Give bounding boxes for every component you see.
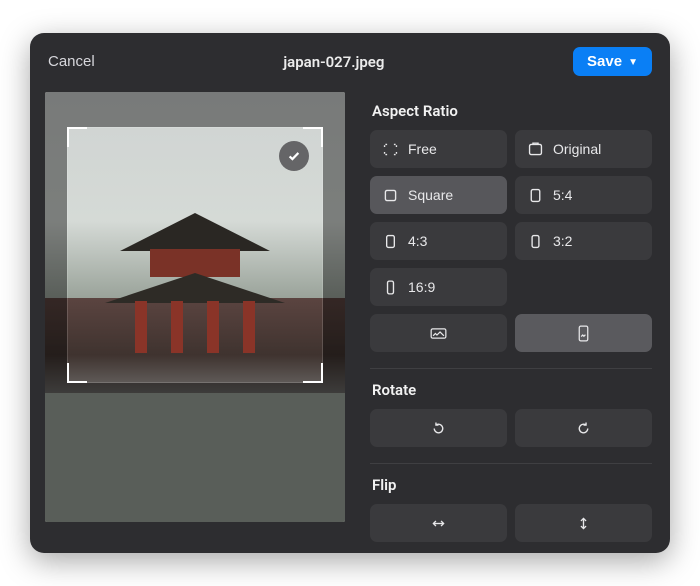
rotate-left-button[interactable] <box>370 409 507 447</box>
aspect-5-4-button[interactable]: 5:4 <box>515 176 652 214</box>
orientation-landscape-button[interactable] <box>370 314 507 352</box>
rotate-grid <box>370 409 652 447</box>
crop-handle-bottom-right[interactable] <box>303 363 323 383</box>
crop-handle-top-left[interactable] <box>67 127 87 147</box>
editor-body: Aspect Ratio Free Original <box>30 88 670 553</box>
aspect-square-button[interactable]: Square <box>370 176 507 214</box>
free-crop-icon <box>382 141 399 158</box>
divider <box>370 463 652 464</box>
orientation-portrait-button[interactable] <box>515 314 652 352</box>
rotate-right-icon <box>575 420 592 437</box>
cancel-button[interactable]: Cancel <box>48 53 95 70</box>
aspect-5-4-label: 5:4 <box>553 187 572 203</box>
rect-3-2-icon <box>527 233 544 250</box>
rotate-left-icon <box>430 420 447 437</box>
flip-vertical-button[interactable] <box>515 504 652 542</box>
confirm-crop-button[interactable] <box>279 141 309 171</box>
controls-pane: Aspect Ratio Free Original <box>360 88 670 553</box>
aspect-original-label: Original <box>553 141 601 157</box>
rotate-title: Rotate <box>372 381 652 399</box>
portrait-icon <box>575 325 592 342</box>
aspect-ratio-grid: Free Original Square <box>370 130 652 306</box>
chevron-down-icon: ▼ <box>628 57 638 68</box>
aspect-free-button[interactable]: Free <box>370 130 507 168</box>
aspect-3-2-label: 3:2 <box>553 233 572 249</box>
flip-title: Flip <box>372 476 652 494</box>
divider <box>370 368 652 369</box>
file-title: japan-027.jpeg <box>283 53 384 71</box>
rotate-right-button[interactable] <box>515 409 652 447</box>
editor-window: Cancel japan-027.jpeg Save ▼ <box>30 33 670 553</box>
flip-horizontal-icon <box>430 515 447 532</box>
aspect-3-2-button[interactable]: 3:2 <box>515 222 652 260</box>
original-icon <box>527 141 544 158</box>
flip-horizontal-button[interactable] <box>370 504 507 542</box>
crop-box[interactable] <box>67 127 323 383</box>
aspect-free-label: Free <box>408 141 437 157</box>
crop-handle-top-right[interactable] <box>303 127 323 147</box>
rect-5-4-icon <box>527 187 544 204</box>
aspect-16-9-button[interactable]: 16:9 <box>370 268 507 306</box>
aspect-square-label: Square <box>408 187 453 203</box>
aspect-ratio-title: Aspect Ratio <box>372 102 652 120</box>
rect-16-9-icon <box>382 279 399 296</box>
aspect-4-3-button[interactable]: 4:3 <box>370 222 507 260</box>
canvas-pane <box>30 88 360 553</box>
image-canvas[interactable] <box>45 92 345 522</box>
save-button[interactable]: Save ▼ <box>573 47 652 76</box>
check-icon <box>287 149 301 163</box>
orientation-grid <box>370 314 652 352</box>
flip-vertical-icon <box>575 515 592 532</box>
titlebar: Cancel japan-027.jpeg Save ▼ <box>30 33 670 88</box>
flip-grid <box>370 504 652 542</box>
aspect-4-3-label: 4:3 <box>408 233 427 249</box>
aspect-16-9-label: 16:9 <box>408 279 435 295</box>
aspect-original-button[interactable]: Original <box>515 130 652 168</box>
crop-handle-bottom-left[interactable] <box>67 363 87 383</box>
square-icon <box>382 187 399 204</box>
landscape-icon <box>430 325 447 342</box>
rect-4-3-icon <box>382 233 399 250</box>
save-button-label: Save <box>587 53 622 70</box>
